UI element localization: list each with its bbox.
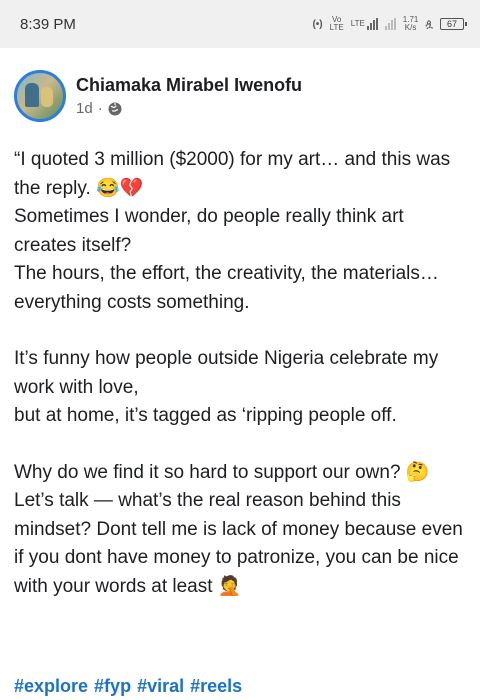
status-icons: (•) Vo LTE LTE 1.71 K/s ዿ 67: [312, 16, 467, 32]
battery-level: 67: [446, 19, 457, 29]
post-meta: 1d ·: [76, 100, 302, 117]
post-text-line: Sometimes I wonder, do people really thi…: [14, 206, 404, 256]
hashtag-row: #explore #fyp #viral #reels: [14, 676, 242, 697]
hashtag-fyp[interactable]: #fyp: [94, 676, 131, 697]
status-bar: 8:39 PM (•) Vo LTE LTE 1.71 K/s ዿ 67: [0, 0, 480, 48]
hashtag-explore[interactable]: #explore: [14, 676, 88, 697]
network-speed: 1.71 K/s: [403, 16, 419, 32]
wifi-off-icon: ዿ: [425, 17, 433, 30]
signal-icon: LTE: [351, 18, 378, 30]
volte-indicator: Vo LTE: [330, 16, 344, 32]
signal-icon-sim2: [384, 18, 396, 30]
speed-unit: K/s: [404, 23, 417, 32]
author-name[interactable]: Chiamaka Mirabel Iwenofu: [76, 75, 302, 96]
post-text-line: “I quoted 3 million ($2000) for my art… …: [14, 149, 451, 199]
hotspot-icon: (•): [312, 18, 323, 30]
globe-icon: [108, 102, 122, 115]
post-text-line: Why do we find it so hard to support our…: [14, 461, 430, 483]
post-header: Chiamaka Mirabel Iwenofu 1d ·: [14, 68, 302, 124]
volte-lte-label: LTE: [329, 23, 344, 32]
post-text-line: Let’s talk — what’s the real reason behi…: [14, 490, 463, 597]
post-text-line: but at home, it’s tagged as ‘ripping peo…: [14, 405, 397, 426]
post-text-line: It’s funny how people outside Nigeria ce…: [14, 348, 439, 398]
hashtag-reels[interactable]: #reels: [190, 676, 242, 697]
battery-icon: 67: [440, 18, 467, 30]
post-text-line: The hours, the effort, the creativity, t…: [14, 263, 439, 313]
lte-label: LTE: [350, 19, 365, 28]
post-body: “I quoted 3 million ($2000) for my art… …: [14, 146, 466, 601]
meta-separator: ·: [97, 100, 103, 117]
author-block: Chiamaka Mirabel Iwenofu 1d ·: [76, 75, 302, 117]
avatar[interactable]: [14, 70, 66, 122]
status-time: 8:39 PM: [20, 15, 76, 33]
hashtag-viral[interactable]: #viral: [137, 676, 184, 697]
post-time[interactable]: 1d: [76, 100, 93, 117]
